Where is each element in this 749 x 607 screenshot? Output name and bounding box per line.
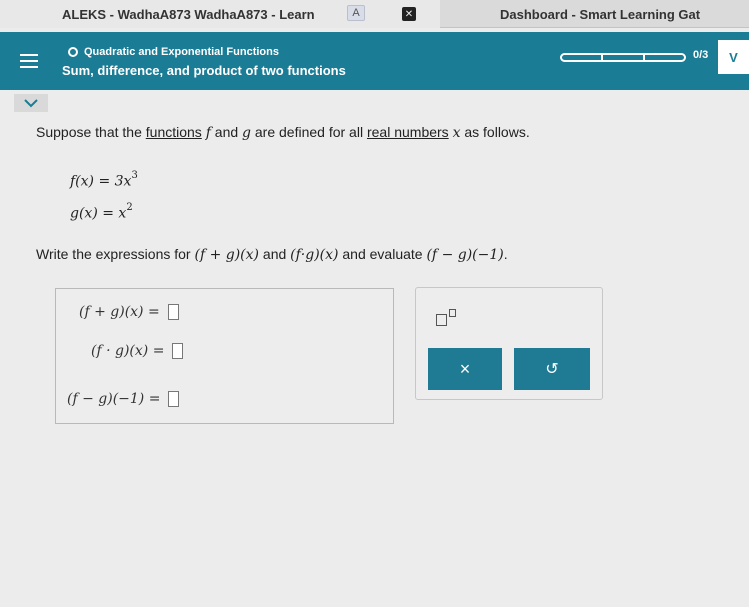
- progress-segment: [603, 55, 645, 60]
- answer-area: (f + g)(x) = (f · g)(x) = (f − g)(−1) =: [55, 288, 394, 424]
- progress-segment: [645, 55, 684, 60]
- expr-f-minus-g-at-neg1: (f − g)(−1): [426, 247, 504, 263]
- progress-bar: [560, 53, 686, 62]
- expr-f-plus-g: (f + g)(x): [194, 247, 260, 263]
- browser-tab-aleks[interactable]: ALEKS - WadhaA873 WadhaA873 - Learn: [0, 0, 440, 28]
- math-tools-panel: × ↺: [415, 287, 603, 400]
- sum-input[interactable]: [167, 304, 179, 320]
- tab-badge: A: [347, 5, 365, 21]
- instruction-text: Write the expressions for (f + g)(x) and…: [36, 246, 508, 263]
- browser-tab-dashboard[interactable]: Dashboard - Smart Learning Gat: [500, 0, 700, 28]
- question-text-part: are defined for all: [251, 124, 367, 140]
- menu-icon[interactable]: [20, 54, 38, 68]
- answer-label-sum: (f + g)(x) =: [79, 304, 160, 320]
- topic-header: Quadratic and Exponential Functions Sum,…: [0, 32, 749, 90]
- collapse-toggle[interactable]: [14, 94, 48, 112]
- answer-label-product: (f · g)(x) =: [91, 343, 165, 359]
- g-exponent: 2: [126, 202, 133, 213]
- instruction-part: and evaluate: [338, 246, 427, 262]
- answer-row-sum: (f + g)(x) =: [79, 304, 179, 320]
- topic-row: Quadratic and Exponential Functions: [68, 46, 279, 58]
- g-definition: g(x) = x2: [70, 202, 133, 222]
- topic-label: Quadratic and Exponential Functions: [84, 46, 279, 58]
- answer-row-difference: (f − g)(−1) =: [67, 391, 180, 407]
- functions-link[interactable]: functions: [146, 124, 202, 140]
- g-definition-text: g(x) = x: [70, 205, 127, 222]
- progress-count: 0/3: [693, 49, 709, 61]
- instruction-part: and: [259, 246, 291, 262]
- question-text-part: Suppose that the: [36, 124, 146, 140]
- question-text: Suppose that the functions f and g are d…: [36, 124, 530, 141]
- progress-segment: [562, 55, 604, 60]
- f-exponent: 3: [131, 170, 138, 181]
- real-numbers-link[interactable]: real numbers: [367, 124, 449, 140]
- question-text-part: as follows.: [460, 124, 530, 140]
- math-g: g: [242, 125, 251, 141]
- clear-button[interactable]: ×: [428, 348, 502, 390]
- tab2-title: Dashboard - Smart Learning Gat: [500, 6, 701, 22]
- side-panel-button[interactable]: V: [718, 40, 749, 74]
- topic-circle-icon: [68, 47, 78, 57]
- close-icon[interactable]: ✕: [402, 7, 416, 21]
- f-definition-text: f(x) = 3x: [70, 173, 132, 190]
- exponent-icon[interactable]: [436, 308, 462, 328]
- expr-f-times-g: (f·g)(x): [290, 247, 339, 263]
- undo-icon[interactable]: ↺: [514, 348, 590, 390]
- question-text-part: and: [210, 124, 243, 140]
- tab-title: ALEKS - WadhaA873 WadhaA873 - Learn: [62, 6, 315, 22]
- answer-row-product: (f · g)(x) =: [91, 343, 184, 359]
- instruction-part: Write the expressions for: [36, 246, 195, 262]
- instruction-part: .: [503, 246, 508, 262]
- subtopic-title: Sum, difference, and product of two func…: [62, 63, 346, 78]
- answer-label-difference: (f − g)(−1) =: [67, 391, 161, 407]
- chevron-down-icon: [24, 99, 38, 108]
- f-definition: f(x) = 3x3: [70, 170, 138, 190]
- browser-tab-bar: ALEKS - WadhaA873 WadhaA873 - Learn A ✕ …: [0, 0, 749, 28]
- product-input[interactable]: [172, 343, 184, 359]
- difference-input[interactable]: [168, 391, 180, 407]
